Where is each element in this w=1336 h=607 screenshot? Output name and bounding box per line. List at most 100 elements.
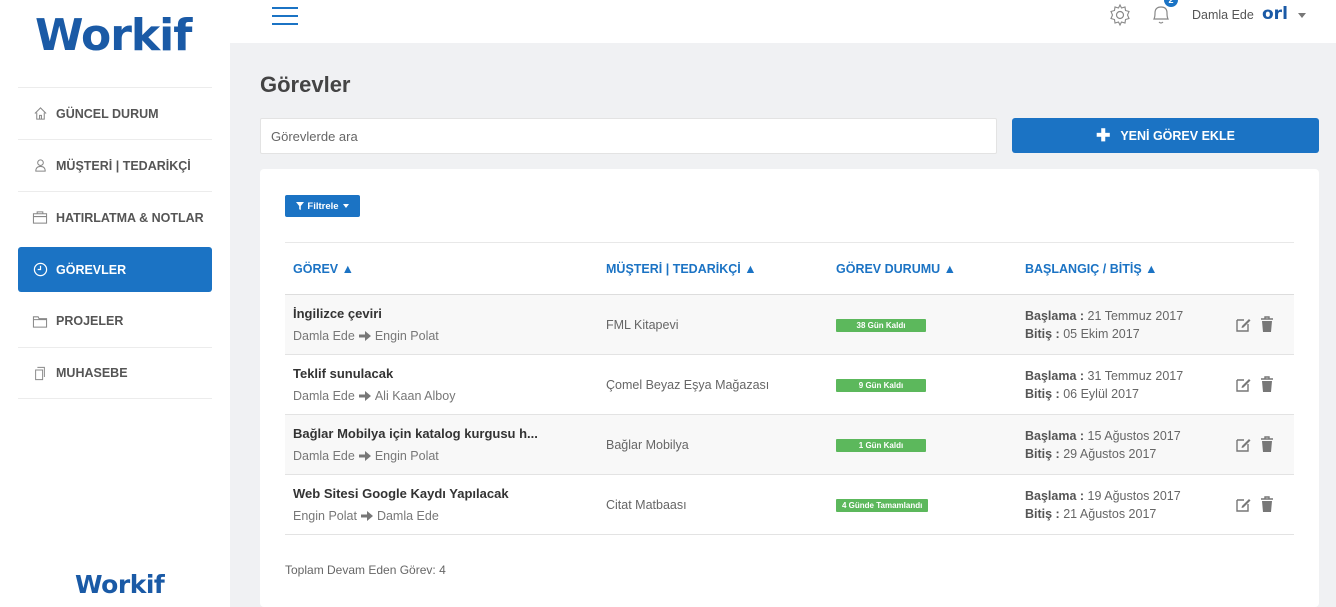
status-badge: 4 Günde Tamamlandı bbox=[836, 499, 929, 512]
chevron-down-icon[interactable] bbox=[1298, 13, 1306, 18]
end-date: 05 Ekim 2017 bbox=[1063, 326, 1140, 341]
sidebar-item-hatirlatma-notlar[interactable]: HATIRLATMA & NOTLAR bbox=[18, 191, 212, 243]
sidebar-item-gorevler[interactable]: GÖREVLER bbox=[18, 247, 212, 292]
task-cell: Web Sitesi Google Kaydı Yapılacak Engin … bbox=[285, 474, 598, 535]
column-header-actions bbox=[1227, 242, 1294, 295]
table-header-row: GÖREV ▲ MÜŞTERİ | TEDARİKÇİ ▲ GÖREV DURU… bbox=[285, 242, 1294, 295]
trash-icon[interactable] bbox=[1260, 376, 1274, 393]
sidebar-item-label: PROJELER bbox=[56, 314, 124, 328]
start-date: 21 Temmuz 2017 bbox=[1087, 308, 1184, 323]
column-header-task[interactable]: GÖREV ▲ bbox=[285, 242, 598, 295]
edit-icon[interactable] bbox=[1235, 496, 1252, 513]
task-cell: İngilizce çeviri Damla Ede Engin Polat bbox=[285, 294, 598, 355]
dates-cell: Başlama : 31 Temmuz 2017 Bitiş : 06 Eylü… bbox=[1017, 354, 1227, 415]
task-assignment: Engin Polat Damla Ede bbox=[293, 509, 598, 523]
column-header-dates[interactable]: BAŞLANGIÇ / BİTİŞ ▲ bbox=[1017, 242, 1227, 295]
workif-logo[interactable]: Workif bbox=[35, 10, 192, 61]
customer-cell: Bağlar Mobilya bbox=[598, 414, 828, 475]
tasks-table: GÖREV ▲ MÜŞTERİ | TEDARİKÇİ ▲ GÖREV DURU… bbox=[285, 242, 1294, 535]
company-logo[interactable]: orl bbox=[1262, 4, 1288, 24]
document-icon bbox=[32, 365, 48, 381]
plus-icon: ✚ bbox=[1096, 126, 1111, 145]
arrow-right-icon bbox=[358, 331, 371, 341]
user-name[interactable]: Damla Ede bbox=[1192, 8, 1254, 22]
filter-button[interactable]: Filtrele bbox=[285, 195, 360, 217]
filter-icon bbox=[296, 202, 305, 210]
sidebar-item-guncel-durum[interactable]: GÜNCEL DURUM bbox=[18, 87, 212, 139]
menu-toggle-icon[interactable] bbox=[272, 7, 298, 25]
task-assigner: Damla Ede bbox=[293, 389, 355, 403]
trash-icon[interactable] bbox=[1260, 316, 1274, 333]
sidebar-item-label: GÖREVLER bbox=[56, 262, 127, 277]
customer-cell: Citat Matbaası bbox=[598, 474, 828, 535]
customer-cell: FML Kitapevi bbox=[598, 294, 828, 355]
end-label: Bitiş : bbox=[1025, 326, 1060, 341]
table-row[interactable]: Bağlar Mobilya için katalog kurgusu h...… bbox=[285, 414, 1294, 475]
task-assigner: Damla Ede bbox=[293, 329, 355, 343]
sidebar-item-label: MUHASEBE bbox=[56, 366, 128, 380]
add-task-label: YENİ GÖREV EKLE bbox=[1120, 128, 1235, 143]
tasks-card: Filtrele GÖREV ▲ MÜŞTERİ | TEDARİKÇİ ▲ G… bbox=[260, 169, 1319, 607]
actions-cell bbox=[1227, 474, 1294, 535]
start-label: Başlama : bbox=[1025, 488, 1085, 503]
end-date: 06 Eylül 2017 bbox=[1063, 386, 1139, 401]
sidebar-item-label: MÜŞTERİ | TEDARİKÇİ bbox=[56, 158, 191, 173]
task-assigner: Engin Polat bbox=[293, 509, 357, 523]
sidebar-item-muhasebe[interactable]: MUHASEBE bbox=[18, 347, 212, 399]
task-assignee: Engin Polat bbox=[374, 449, 439, 463]
column-header-status[interactable]: GÖREV DURUMU ▲ bbox=[828, 242, 1017, 295]
task-title[interactable]: İngilizce çeviri bbox=[293, 306, 598, 321]
task-assigner: Damla Ede bbox=[293, 449, 355, 463]
end-date: 21 Ağustos 2017 bbox=[1063, 506, 1157, 521]
edit-icon[interactable] bbox=[1235, 436, 1252, 453]
status-cell: 1 Gün Kaldı bbox=[828, 414, 1017, 475]
sidebar-item-musteri-tedarikci[interactable]: MÜŞTERİ | TEDARİKÇİ bbox=[18, 139, 212, 191]
task-title[interactable]: Bağlar Mobilya için katalog kurgusu h... bbox=[293, 426, 598, 441]
status-badge: 1 Gün Kaldı bbox=[836, 439, 926, 452]
customer-cell: Çomel Beyaz Eşya Mağazası bbox=[598, 354, 828, 415]
arrow-right-icon bbox=[358, 391, 371, 401]
arrow-right-icon bbox=[358, 451, 371, 461]
clock-icon bbox=[32, 262, 48, 278]
status-cell: 4 Günde Tamamlandı bbox=[828, 474, 1017, 535]
folder-icon bbox=[32, 313, 48, 329]
start-label: Başlama : bbox=[1025, 428, 1085, 443]
actions-cell bbox=[1227, 354, 1294, 415]
edit-icon[interactable] bbox=[1235, 316, 1252, 333]
user-icon bbox=[32, 158, 48, 174]
status-badge: 9 Gün Kaldı bbox=[836, 379, 926, 392]
home-icon bbox=[32, 106, 48, 122]
column-header-customer[interactable]: MÜŞTERİ | TEDARİKÇİ ▲ bbox=[598, 242, 828, 295]
task-assignment: Damla Ede Ali Kaan Alboy bbox=[293, 389, 598, 403]
trash-icon[interactable] bbox=[1260, 436, 1274, 453]
sidebar-item-projeler[interactable]: PROJELER bbox=[18, 295, 212, 347]
table-row[interactable]: Web Sitesi Google Kaydı Yapılacak Engin … bbox=[285, 474, 1294, 535]
task-cell: Bağlar Mobilya için katalog kurgusu h...… bbox=[285, 414, 598, 475]
actions-cell bbox=[1227, 294, 1294, 355]
edit-icon[interactable] bbox=[1235, 376, 1252, 393]
filter-label: Filtrele bbox=[307, 200, 339, 212]
task-cell: Teklif sunulacak Damla Ede Ali Kaan Albo… bbox=[285, 354, 598, 415]
page-title: Görevler bbox=[260, 72, 351, 97]
trash-icon[interactable] bbox=[1260, 496, 1274, 513]
table-row[interactable]: Teklif sunulacak Damla Ede Ali Kaan Albo… bbox=[285, 354, 1294, 415]
task-assignment: Damla Ede Engin Polat bbox=[293, 329, 598, 343]
end-date: 29 Ağustos 2017 bbox=[1063, 446, 1157, 461]
start-date: 31 Temmuz 2017 bbox=[1087, 368, 1184, 383]
task-title[interactable]: Teklif sunulacak bbox=[293, 366, 598, 381]
status-cell: 9 Gün Kaldı bbox=[828, 354, 1017, 415]
dates-cell: Başlama : 15 Ağustos 2017 Bitiş : 29 Ağu… bbox=[1017, 414, 1227, 475]
status-cell: 38 Gün Kaldı bbox=[828, 294, 1017, 355]
task-title[interactable]: Web Sitesi Google Kaydı Yapılacak bbox=[293, 486, 598, 501]
start-date: 19 Ağustos 2017 bbox=[1087, 488, 1181, 503]
add-task-button[interactable]: ✚ YENİ GÖREV EKLE bbox=[1012, 118, 1319, 153]
gear-icon[interactable] bbox=[1108, 3, 1132, 32]
actions-cell bbox=[1227, 414, 1294, 475]
briefcase-icon bbox=[32, 210, 48, 226]
sidebar: Workif GÜNCEL DURUM MÜŞTERİ | TEDARİKÇİ … bbox=[0, 0, 230, 607]
task-summary: Toplam Devam Eden Görev: 4 bbox=[285, 563, 446, 577]
table-row[interactable]: İngilizce çeviri Damla Ede Engin Polat F… bbox=[285, 294, 1294, 355]
start-label: Başlama : bbox=[1025, 368, 1085, 383]
task-assignee: Damla Ede bbox=[376, 509, 439, 523]
search-input[interactable] bbox=[260, 118, 997, 154]
